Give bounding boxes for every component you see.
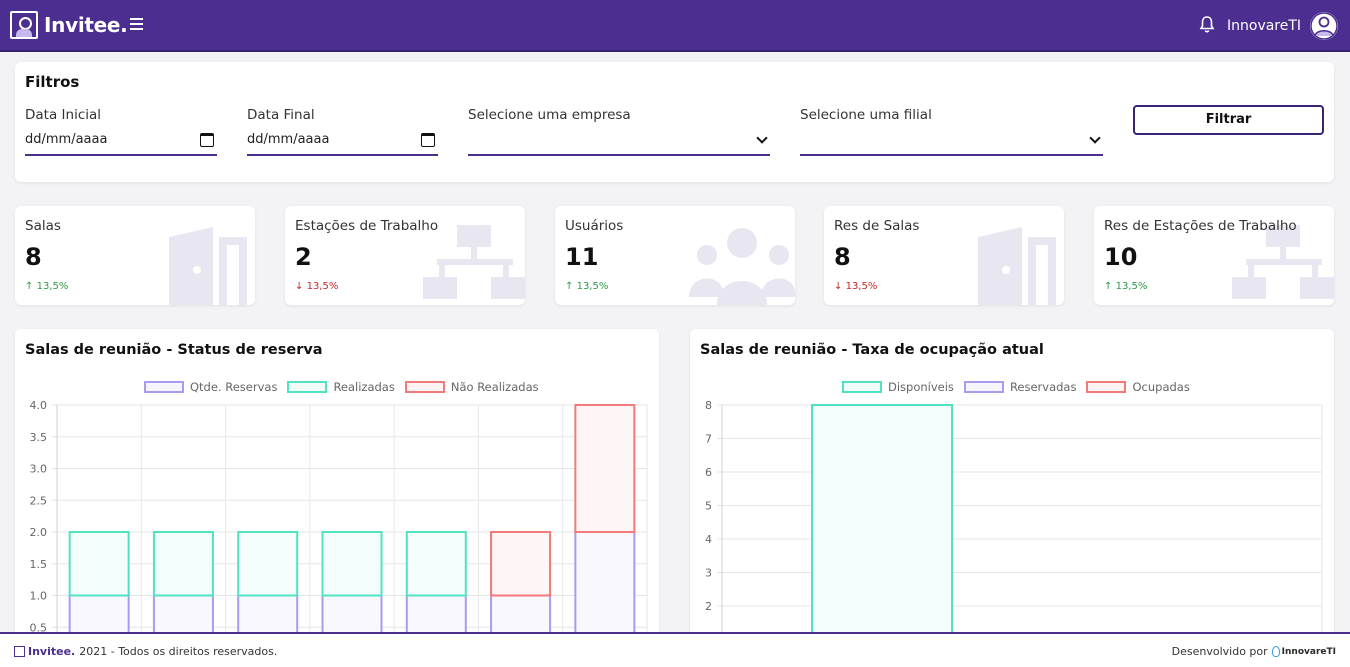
reservation-status-chart: 0.51.01.52.02.53.03.54.0 — [30, 399, 648, 639]
menu-toggle-icon[interactable] — [130, 18, 143, 30]
stat-title: Salas — [25, 218, 61, 234]
stat-delta-value: 13,5% — [576, 281, 609, 292]
bar-segment — [321, 531, 383, 597]
branch-select[interactable] — [800, 126, 1103, 156]
footer-developed-by: Desenvolvido por — [1171, 645, 1268, 658]
door-icon — [978, 227, 1056, 305]
y-tick-label: 1.0 — [30, 590, 48, 603]
stat-title: Res de Salas — [834, 218, 920, 234]
branch-select-label: Selecione uma filial — [800, 107, 932, 123]
y-tick-label: 1.5 — [30, 558, 48, 571]
door-icon — [169, 227, 247, 305]
end-date-input[interactable]: dd/mm/aaaa — [247, 126, 438, 156]
reservation-status-chart-panel: Salas de reunião - Status de reserva Qtd… — [15, 329, 659, 639]
end-date-placeholder: dd/mm/aaaa — [247, 132, 330, 147]
developer-brand: InnovareTI — [1281, 646, 1336, 657]
arrow-up-icon: ↑ — [25, 281, 34, 292]
stat-title: Estações de Trabalho — [295, 218, 439, 234]
arrow-up-icon: ↑ — [1104, 281, 1113, 292]
stat-delta: ↑ 13,5% — [565, 281, 608, 292]
bar-segment — [574, 404, 636, 533]
stat-value: 10 — [1104, 243, 1138, 271]
app-logo[interactable]: Invitee. — [10, 11, 128, 39]
stat-card-workstations: Estações de Trabalho 2 ↓ 13,5% — [285, 206, 525, 305]
chevron-down-icon — [1089, 132, 1101, 144]
users-icon — [689, 228, 795, 305]
top-navbar: Invitee. InnovareTI — [0, 0, 1350, 52]
start-date-placeholder: dd/mm/aaaa — [25, 132, 108, 147]
calendar-icon[interactable] — [200, 133, 214, 147]
y-tick-label: 4 — [705, 533, 712, 546]
stat-delta-value: 13,5% — [36, 281, 69, 292]
occupancy-rate-chart: 12345678 — [705, 399, 1323, 639]
logo-text: Invitee. — [44, 13, 128, 37]
start-date-input[interactable]: dd/mm/aaaa — [25, 126, 217, 156]
occupancy-rate-chart-panel: Salas de reunião - Taxa de ocupação atua… — [690, 329, 1334, 639]
notifications-bell-icon[interactable] — [1199, 16, 1215, 34]
stat-value: 2 — [295, 243, 312, 271]
stat-delta: ↑ 13,5% — [25, 281, 68, 292]
y-tick-label: 4.0 — [30, 399, 48, 412]
bar-segment — [68, 531, 130, 597]
stat-title: Usuários — [565, 218, 624, 234]
arrow-down-icon: ↓ — [834, 281, 843, 292]
y-tick-label: 5 — [705, 500, 712, 513]
stat-value: 11 — [565, 243, 599, 271]
arrow-up-icon: ↑ — [565, 281, 574, 292]
stat-value: 8 — [25, 243, 42, 271]
y-tick-label: 2.0 — [30, 526, 48, 539]
stat-card-rooms: Salas 8 ↑ 13,5% — [15, 206, 255, 305]
company-select[interactable] — [468, 126, 770, 156]
stat-value: 8 — [834, 243, 851, 271]
y-tick-label: 3 — [705, 567, 712, 580]
developer-logo[interactable]: InnovareTI — [1271, 646, 1336, 657]
filters-panel: Filtros Data Inicial dd/mm/aaaa Data Fin… — [15, 62, 1334, 182]
stat-delta-value: 13,5% — [1115, 281, 1148, 292]
footer-copyright: 2021 - Todos os direitos reservados. — [79, 645, 278, 658]
y-tick-label: 7 — [705, 433, 712, 446]
bar-segment — [405, 531, 467, 597]
y-tick-label: 2 — [705, 600, 712, 613]
y-tick-label: 8 — [705, 399, 712, 412]
bar — [811, 404, 953, 639]
footer-logo-icon — [14, 646, 25, 657]
filter-button[interactable]: Filtrar — [1133, 105, 1324, 135]
user-avatar[interactable] — [1310, 12, 1338, 40]
y-tick-label: 2.5 — [30, 494, 48, 507]
end-date-label: Data Final — [247, 107, 315, 123]
bar-segment — [574, 531, 636, 639]
stat-delta: ↑ 13,5% — [1104, 281, 1147, 292]
start-date-label: Data Inicial — [25, 107, 102, 123]
calendar-icon[interactable] — [421, 133, 435, 147]
username-label[interactable]: InnovareTI — [1227, 18, 1301, 34]
bar-segment — [152, 531, 214, 597]
footer-brand: Invitee. — [28, 645, 76, 658]
logo-icon — [10, 11, 38, 39]
footer: Invitee. 2021 - Todos os direitos reserv… — [0, 632, 1350, 667]
y-tick-label: 3.5 — [30, 431, 48, 444]
stat-delta: ↓ 13,5% — [834, 281, 877, 292]
network-icon — [1232, 225, 1334, 299]
stat-delta: ↓ 13,5% — [295, 281, 338, 292]
y-tick-label: 3.0 — [30, 463, 48, 476]
avatar-icon — [1310, 12, 1338, 40]
stat-card-room-reservations: Res de Salas 8 ↓ 13,5% — [824, 206, 1064, 305]
stat-delta-value: 13,5% — [306, 281, 339, 292]
y-tick-label: 6 — [705, 466, 712, 479]
stat-card-workstation-reservations: Res de Estações de Trabalho 10 ↑ 13,5% — [1094, 206, 1334, 305]
network-icon — [423, 225, 525, 299]
bar-segment — [490, 531, 552, 597]
arrow-down-icon: ↓ — [295, 281, 304, 292]
lightbulb-icon — [1271, 646, 1280, 657]
stat-card-users: Usuários 11 ↑ 13,5% — [555, 206, 795, 305]
stat-delta-value: 13,5% — [845, 281, 878, 292]
chevron-down-icon — [756, 132, 768, 144]
company-select-label: Selecione uma empresa — [468, 107, 631, 123]
filters-title: Filtros — [25, 73, 80, 91]
stat-title: Res de Estações de Trabalho — [1104, 218, 1297, 234]
bar-segment — [237, 531, 299, 597]
